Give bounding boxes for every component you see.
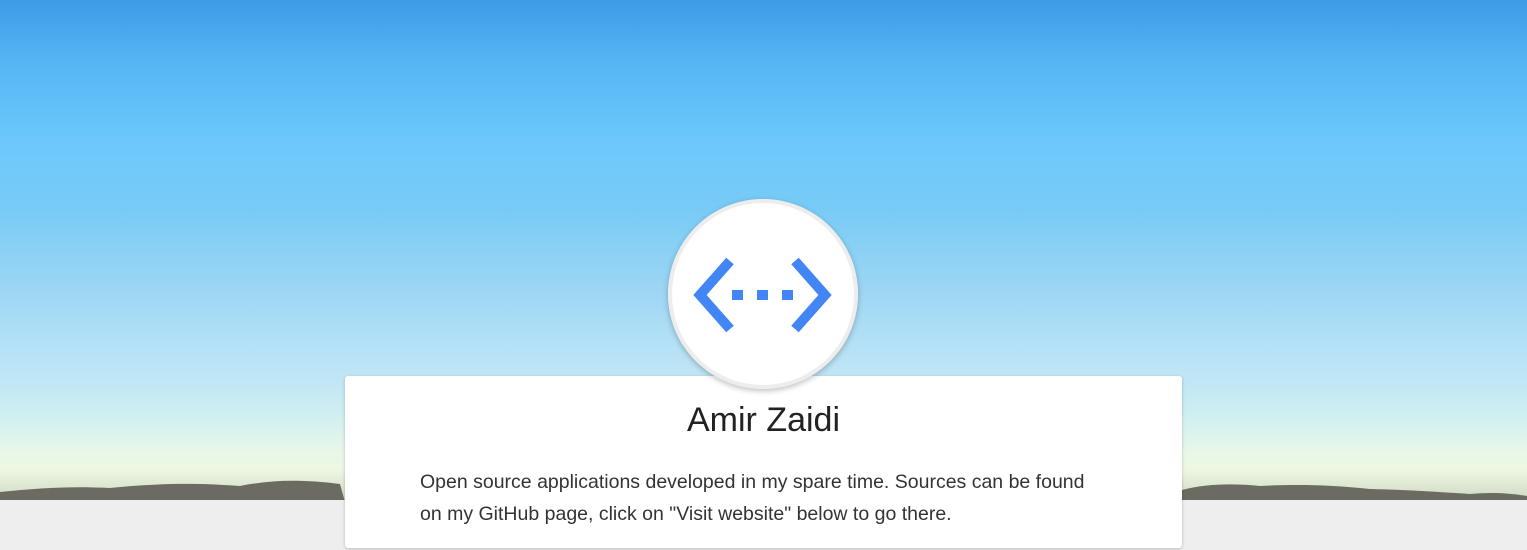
profile-name: Amir Zaidi	[686, 401, 841, 439]
profile-card: Amir Zaidi Open source applications deve…	[345, 376, 1182, 548]
profile-description: Open source applications developed in my…	[420, 471, 1085, 525]
profile-avatar	[668, 199, 858, 389]
code-brackets-icon	[693, 257, 832, 333]
profile-page: Amir Zaidi Open source applications deve…	[0, 0, 1527, 550]
